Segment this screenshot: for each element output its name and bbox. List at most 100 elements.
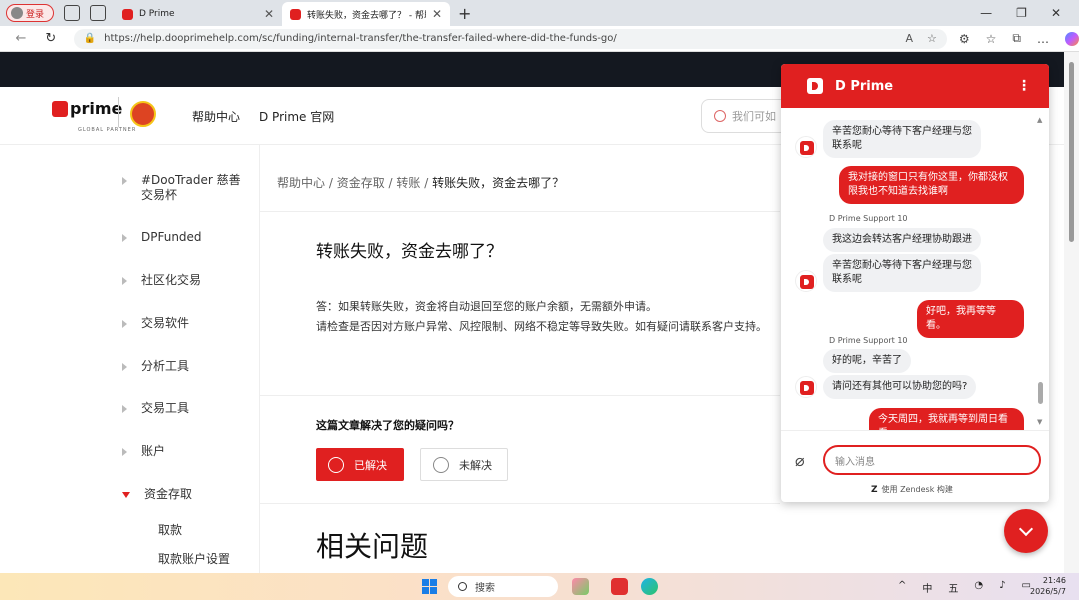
nav-help-center[interactable]: 帮助中心	[192, 108, 240, 125]
chevron-down-icon	[122, 492, 130, 498]
tab-transfer-failed[interactable]: 转账失败，资金去哪了？ - 帮助中 ✕	[282, 2, 450, 26]
article-title: 转账失败，资金去哪了？	[316, 242, 503, 262]
chevron-right-icon	[122, 448, 127, 456]
logo-subtitle: GLOBAL PARTNER	[78, 127, 137, 133]
close-window-icon[interactable]: ✕	[1051, 6, 1061, 20]
page-scrollbar[interactable]	[1064, 52, 1079, 573]
favorites-icon[interactable]: ☆	[986, 32, 997, 46]
close-tab-icon[interactable]: ✕	[264, 7, 274, 21]
chat-message-input[interactable]: 输入消息	[823, 445, 1041, 475]
window-controls: — ❐ ✕	[980, 6, 1079, 20]
browser-tab-bar: 登录 D Prime ✕ 转账失败，资金去哪了？ - 帮助中 ✕ + — ❐ ✕	[0, 0, 1079, 26]
zendesk-icon: Z	[871, 484, 878, 495]
agent-message: 请问还有其他可以协助您的吗?	[823, 375, 977, 399]
sidebar-item-dootrader[interactable]: #DooTrader 慈善交易杯	[122, 173, 246, 203]
chevron-right-icon	[122, 320, 127, 328]
sidebar-item-funding[interactable]: 资金存取	[122, 487, 249, 502]
address-bar: ← ↻ 🔒 https://help.dooprimehelp.com/sc/f…	[0, 26, 1079, 52]
favorite-star-icon[interactable]: ☆	[927, 32, 937, 45]
helpful-question: 这篇文章解决了您的疑问吗？	[316, 419, 459, 432]
tab-actions-icon[interactable]	[90, 5, 106, 21]
edge-icon[interactable]	[641, 578, 658, 595]
refresh-icon[interactable]: ↻	[42, 31, 60, 46]
solved-button[interactable]: 已解决	[316, 448, 404, 481]
agent-avatar-icon	[795, 270, 817, 292]
scroll-down-icon[interactable]: ▼	[1037, 418, 1042, 426]
search-placeholder: 我们可如	[732, 110, 776, 123]
downloads-icon[interactable]: ⧉	[1012, 31, 1021, 46]
maximize-icon[interactable]: ❐	[1016, 6, 1027, 20]
minimize-icon[interactable]: —	[980, 6, 992, 20]
chat-scroll-thumb[interactable]	[1038, 382, 1043, 404]
widgets-icon[interactable]	[572, 578, 589, 595]
chat-scrollbar[interactable]: ▲ ▼	[1037, 116, 1045, 426]
url-field[interactable]: 🔒 https://help.dooprimehelp.com/sc/fundi…	[73, 28, 947, 49]
new-tab-button[interactable]: +	[458, 4, 471, 23]
collections-icon[interactable]	[64, 5, 80, 21]
chevron-right-icon	[122, 234, 127, 242]
read-aloud-icon[interactable]: A	[905, 32, 913, 45]
tray-overflow-icon[interactable]: ^	[898, 580, 906, 595]
sidebar-item-dpfunded[interactable]: DPFunded	[122, 230, 246, 245]
minimize-chat-button[interactable]	[1004, 509, 1048, 553]
windows-start-icon[interactable]	[422, 579, 437, 594]
profile-label: 登录	[26, 9, 45, 20]
sidebar-subitem-withdraw[interactable]: 取款	[158, 521, 182, 538]
chat-menu-icon[interactable]: ⋮	[1017, 78, 1031, 94]
logo-text: prime	[70, 99, 123, 118]
breadcrumb-help-center[interactable]: 帮助中心	[277, 176, 325, 190]
more-icon[interactable]: …	[1037, 32, 1049, 46]
scroll-up-icon[interactable]: ▲	[1037, 116, 1042, 124]
scrollbar-thumb[interactable]	[1069, 62, 1074, 242]
chevron-down-icon	[1018, 521, 1034, 536]
extensions-icon[interactable]: ⚙	[959, 32, 970, 46]
volume-icon[interactable]: ♪	[999, 580, 1005, 595]
url-text: https://help.dooprimehelp.com/sc/funding…	[104, 33, 617, 44]
dprime-favicon-icon	[122, 8, 133, 20]
taskbar: 搜索 ^ 中 五 ◔ ♪ ▭ 21:46 2026/5/7	[0, 573, 1079, 600]
tab-dprime[interactable]: D Prime ✕	[114, 2, 282, 26]
chevron-right-icon	[122, 277, 127, 285]
tab-title: 转账失败，资金去哪了？ - 帮助中	[307, 10, 426, 21]
copilot-icon[interactable]	[1065, 31, 1079, 46]
network-icon[interactable]: ◔	[974, 580, 983, 595]
agent-message: 辛苦您耐心等待下客户经理与您联系呢	[823, 120, 981, 158]
chevron-right-icon	[122, 405, 127, 413]
sidebar-item-trading-software[interactable]: 交易软件	[122, 316, 246, 331]
lock-icon: 🔒	[83, 33, 97, 44]
breadcrumb-funding[interactable]: 资金存取	[337, 176, 385, 190]
tab-title: D Prime	[139, 9, 175, 19]
unsolved-button[interactable]: 未解决	[420, 448, 508, 481]
smile-icon	[328, 456, 344, 473]
chevron-right-icon	[122, 177, 127, 185]
taskbar-search[interactable]: 搜索	[448, 576, 558, 597]
agent-avatar-icon	[795, 376, 817, 398]
agent-name: D Prime Support 10	[829, 214, 908, 223]
chat-header: D Prime ⋮	[781, 64, 1049, 108]
dprime-logo-icon	[807, 78, 823, 94]
chat-messages[interactable]: 辛苦您耐心等待下客户经理与您联系呢 我对接的窗口只有你这里，你都没权限我也不知道…	[781, 108, 1049, 439]
wps-icon[interactable]	[611, 578, 628, 595]
breadcrumb-transfer[interactable]: 转账	[396, 176, 420, 190]
sidebar-item-social-trading[interactable]: 社区化交易	[122, 273, 246, 288]
attachment-icon[interactable]: ⌀	[795, 451, 805, 470]
agent-message: 我这边会转达客户经理协助跟进	[823, 228, 981, 252]
sidebar-item-analysis-tools[interactable]: 分析工具	[122, 359, 246, 374]
chat-widget: D Prime ⋮ 辛苦您耐心等待下客户经理与您联系呢 我对接的窗口只有你这里，…	[781, 64, 1049, 502]
avatar-icon	[11, 7, 23, 19]
system-tray: ^ 中 五 ◔ ♪ ▭	[898, 580, 1031, 595]
sidebar-item-account[interactable]: 账户	[122, 444, 246, 459]
dprime-logo[interactable]: prime GLOBAL PARTNER	[52, 97, 162, 137]
powered-by[interactable]: Z 使用 Zendesk 构建	[871, 484, 953, 495]
clock[interactable]: 21:46 2026/5/7	[1030, 575, 1066, 597]
back-icon[interactable]: ←	[12, 31, 30, 46]
sidebar-item-trading-tools[interactable]: 交易工具	[122, 401, 246, 416]
dprime-favicon-icon	[290, 8, 301, 20]
sidebar-subitem-withdraw-settings[interactable]: 取款账户设置	[158, 550, 230, 567]
close-tab-icon[interactable]: ✕	[432, 7, 442, 21]
search-icon	[458, 582, 467, 591]
input-mode-indicator[interactable]: 五	[948, 580, 958, 595]
nav-official-site[interactable]: D Prime 官网	[259, 108, 334, 125]
input-method-indicator[interactable]: 中	[922, 580, 932, 595]
profile-button[interactable]: 登录	[6, 4, 54, 22]
